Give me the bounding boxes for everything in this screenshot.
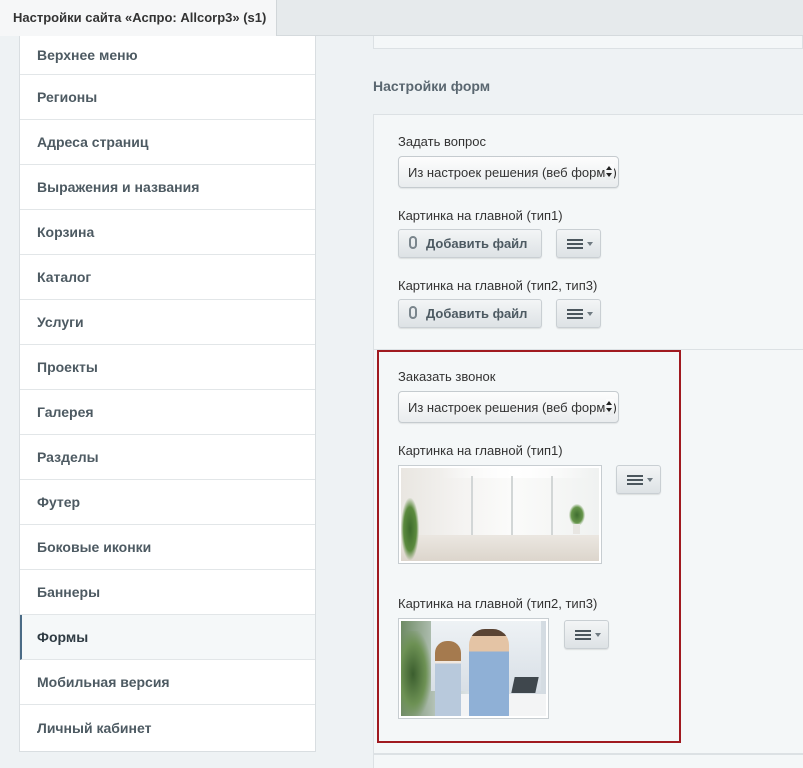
section-title: Настройки форм (373, 78, 491, 94)
sidebar-item-gallery[interactable]: Галерея (20, 390, 315, 435)
paperclip-icon (409, 306, 417, 319)
callback-image1-label: Картинка на главной (тип1) (398, 443, 563, 458)
menu-icon (567, 309, 583, 319)
select-arrows-icon (606, 399, 614, 415)
select-arrows-icon (606, 164, 614, 180)
caret-down-icon (647, 478, 653, 482)
office-corridor-image (401, 468, 599, 561)
sidebar-item-page-addresses[interactable]: Адреса страниц (20, 120, 315, 165)
ask-image1-menu-button[interactable] (556, 229, 601, 258)
ask-image1-add-file-button[interactable]: Добавить файл (398, 229, 542, 258)
sidebar-item-banners[interactable]: Баннеры (20, 570, 315, 615)
sidebar-item-sections[interactable]: Разделы (20, 435, 315, 480)
callback-image2-menu-button[interactable] (564, 620, 609, 649)
paperclip-icon (409, 236, 417, 249)
sidebar-item-forms[interactable]: Формы (20, 615, 315, 660)
ask-question-select[interactable]: Из настроек решения (веб форма) (398, 156, 619, 188)
ask-image2-label: Картинка на главной (тип2, тип3) (398, 278, 598, 293)
tab-site-settings[interactable]: Настройки сайта «Аспро: Allcorp3» (s1) (0, 0, 277, 36)
sidebar-item-services[interactable]: Услуги (20, 300, 315, 345)
sidebar-item-expressions[interactable]: Выражения и названия (20, 165, 315, 210)
ask-image1-label: Картинка на главной (тип1) (398, 208, 563, 223)
caret-down-icon (587, 312, 593, 316)
add-file-label: Добавить файл (426, 236, 528, 251)
sidebar: Верхнее меню Регионы Адреса страниц Выра… (19, 36, 316, 752)
ask-question-label: Задать вопрос (398, 134, 486, 149)
ask-question-select-value: Из настроек решения (веб форма) (408, 165, 617, 180)
ask-image2-add-file-button[interactable]: Добавить файл (398, 299, 542, 328)
sidebar-item-mobile[interactable]: Мобильная версия (20, 660, 315, 705)
next-section-panel (373, 754, 803, 768)
caret-down-icon (587, 242, 593, 246)
sidebar-item-top-menu[interactable]: Верхнее меню (20, 36, 315, 75)
tab-bar: Настройки сайта «Аспро: Allcorp3» (s1) (0, 0, 803, 36)
sidebar-item-regions[interactable]: Регионы (20, 75, 315, 120)
callback-image1-menu-button[interactable] (616, 465, 661, 494)
menu-icon (627, 475, 643, 485)
sidebar-item-cabinet[interactable]: Личный кабинет (20, 705, 315, 750)
previous-section-panel (373, 36, 803, 49)
sidebar-item-basket[interactable]: Корзина (20, 210, 315, 255)
caret-down-icon (595, 633, 601, 637)
callback-image2-thumbnail[interactable] (398, 618, 549, 719)
menu-icon (567, 239, 583, 249)
callback-image1-thumbnail[interactable] (398, 465, 602, 564)
callback-select-value: Из настроек решения (веб форма) (408, 400, 617, 415)
callback-label: Заказать звонок (398, 369, 496, 384)
callback-select[interactable]: Из настроек решения (веб форма) (398, 391, 619, 423)
menu-icon (575, 630, 591, 640)
sidebar-item-catalog[interactable]: Каталог (20, 255, 315, 300)
ask-image2-menu-button[interactable] (556, 299, 601, 328)
sidebar-item-side-icons[interactable]: Боковые иконки (20, 525, 315, 570)
sidebar-item-footer[interactable]: Футер (20, 480, 315, 525)
business-people-image (401, 621, 546, 716)
callback-image2-label: Картинка на главной (тип2, тип3) (398, 596, 598, 611)
sidebar-item-projects[interactable]: Проекты (20, 345, 315, 390)
add-file-label: Добавить файл (426, 306, 528, 321)
